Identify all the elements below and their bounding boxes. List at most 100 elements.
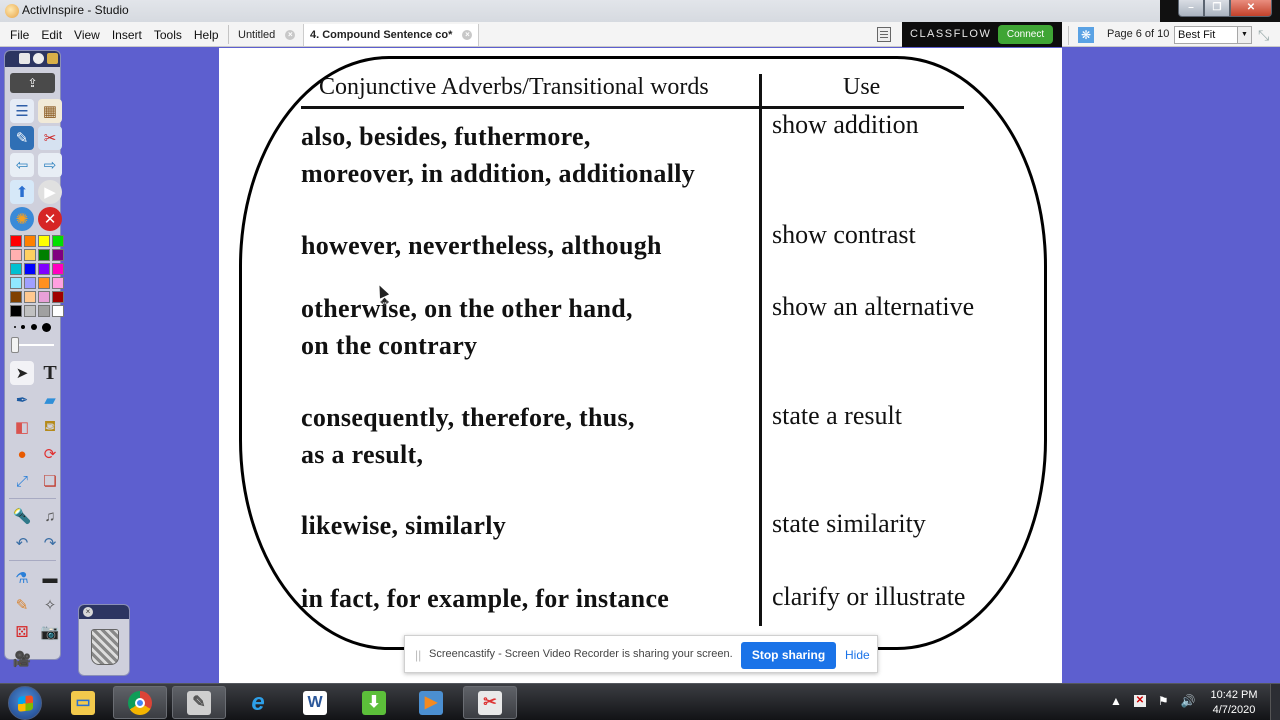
taskbar-media-player[interactable]: ▶: [404, 686, 458, 719]
resource-library-icon[interactable]: ❏: [38, 469, 62, 493]
color-swatch[interactable]: [38, 291, 50, 303]
spotlight-icon[interactable]: 🔦: [10, 504, 34, 528]
color-swatch[interactable]: [38, 263, 50, 275]
pen-mode-icon[interactable]: ✎: [10, 126, 34, 150]
color-swatch[interactable]: [10, 249, 22, 261]
revert-icon[interactable]: ⟳: [38, 442, 62, 466]
color-swatch[interactable]: [24, 291, 36, 303]
tab-untitled[interactable]: Untitled ×: [232, 24, 301, 46]
pen-icon[interactable]: ✒: [10, 388, 34, 412]
pen-width-2[interactable]: [21, 325, 26, 329]
eraser-icon[interactable]: ◧: [10, 415, 34, 439]
toolbox-collapse-icon[interactable]: [33, 53, 44, 64]
color-swatch[interactable]: [24, 305, 36, 317]
connector-icon[interactable]: ⤢: [10, 469, 34, 493]
trash-can-icon[interactable]: [91, 629, 119, 665]
stop-sharing-button[interactable]: Stop sharing: [741, 642, 836, 669]
hide-button[interactable]: Hide: [845, 648, 870, 662]
toolbox-settings-icon[interactable]: [19, 53, 30, 64]
flipchart-canvas[interactable]: Conjunctive Adverbs/Transitional words U…: [219, 48, 1062, 683]
color-swatch[interactable]: [52, 263, 64, 275]
desktop-tools-icon[interactable]: ⬆: [10, 180, 34, 204]
taskbar-activinspire[interactable]: ✎: [172, 686, 226, 719]
magic-ink-icon[interactable]: ✎: [10, 593, 34, 617]
desktop-annotate-icon[interactable]: ✂: [38, 126, 62, 150]
camera-icon[interactable]: 📷: [38, 620, 62, 644]
color-swatch[interactable]: [38, 249, 50, 261]
color-swatch[interactable]: [52, 277, 64, 289]
shape-icon[interactable]: ●: [10, 442, 34, 466]
color-swatch[interactable]: [52, 305, 64, 317]
taskbar-file-explorer[interactable]: ▭: [56, 686, 110, 719]
activinspire-logo-icon[interactable]: ✺: [10, 207, 34, 231]
color-swatch[interactable]: [10, 291, 22, 303]
taskbar-chrome[interactable]: [113, 686, 167, 719]
fullscreen-icon[interactable]: ⤡: [1258, 27, 1269, 44]
color-swatch[interactable]: [24, 235, 36, 247]
color-swatch[interactable]: [10, 277, 22, 289]
exit-icon[interactable]: ✕: [38, 207, 62, 231]
trash-close-icon[interactable]: ×: [83, 607, 93, 617]
color-swatch[interactable]: [52, 235, 64, 247]
media-icon[interactable]: ♫: [38, 504, 62, 528]
color-swatch[interactable]: [24, 277, 36, 289]
pen-width-4[interactable]: [42, 322, 52, 332]
page-notes-icon[interactable]: [877, 27, 891, 42]
menu-tools[interactable]: Tools: [148, 28, 188, 42]
taskbar-internet-explorer[interactable]: e: [231, 686, 285, 719]
trash-can-panel[interactable]: ×: [78, 604, 130, 676]
network-icon[interactable]: ❋: [1078, 27, 1094, 43]
classflow-connect-button[interactable]: Connect: [998, 25, 1053, 44]
color-swatch[interactable]: [52, 291, 64, 303]
dashboard-button[interactable]: ⇪: [10, 73, 55, 93]
zoom-select[interactable]: Best Fit ▼: [1174, 26, 1252, 44]
show-hidden-icons[interactable]: ▲: [1110, 694, 1122, 708]
pen-width-slider[interactable]: [11, 337, 54, 353]
menu-file[interactable]: File: [4, 28, 35, 42]
undo-icon[interactable]: ↶: [10, 531, 34, 555]
pen-width-3[interactable]: [30, 324, 37, 330]
color-swatch[interactable]: [52, 249, 64, 261]
menu-edit[interactable]: Edit: [35, 28, 68, 42]
taskbar-downloader[interactable]: ⬇: [347, 686, 401, 719]
next-page-icon[interactable]: ⇨: [38, 153, 62, 177]
color-swatch[interactable]: [24, 263, 36, 275]
previous-page-icon[interactable]: ⇦: [10, 153, 34, 177]
start-button[interactable]: [8, 686, 42, 720]
pen-width-1[interactable]: [13, 326, 16, 328]
redo-icon[interactable]: ↷: [38, 531, 62, 555]
chevron-down-icon[interactable]: ▼: [1237, 27, 1251, 43]
color-swatch[interactable]: [38, 277, 50, 289]
dice-icon[interactable]: ⚄: [10, 620, 34, 644]
toolbox-pin-icon[interactable]: [47, 53, 58, 64]
select-icon[interactable]: ➤: [10, 361, 34, 385]
reveal-icon[interactable]: ▬: [38, 566, 62, 590]
minimize-button[interactable]: –: [1178, 0, 1204, 17]
text-icon[interactable]: T: [38, 361, 62, 385]
menu-help[interactable]: Help: [188, 28, 225, 42]
restore-button[interactable]: ❐: [1204, 0, 1230, 17]
action-center-flag-icon[interactable]: ⚑: [1158, 694, 1169, 708]
color-swatch[interactable]: [38, 305, 50, 317]
show-desktop-button[interactable]: [1270, 684, 1280, 720]
menu-view[interactable]: View: [68, 28, 106, 42]
system-clock[interactable]: 10:42 PM 4/7/2020: [1204, 688, 1264, 718]
fill-icon[interactable]: ⛾: [38, 415, 62, 439]
tab-compound-sentence[interactable]: 4. Compound Sentence co* ×: [303, 24, 480, 46]
tab-close-icon[interactable]: ×: [462, 30, 473, 40]
clear-icon[interactable]: ⚗: [10, 566, 34, 590]
main-menu-icon[interactable]: ☰: [10, 99, 34, 123]
color-swatch[interactable]: [10, 263, 22, 275]
taskbar-snipping-tool[interactable]: ✂: [463, 686, 517, 719]
drag-handle-icon[interactable]: ||: [415, 648, 421, 662]
recorder-icon[interactable]: 🎥: [10, 647, 34, 671]
menu-insert[interactable]: Insert: [106, 28, 148, 42]
taskbar-word[interactable]: W: [288, 686, 342, 719]
camera-snapshot-icon[interactable]: ✧: [38, 593, 62, 617]
play-icon[interactable]: ▶: [38, 180, 62, 204]
network-error-icon[interactable]: ✕: [1133, 695, 1146, 707]
volume-icon[interactable]: 🔊: [1181, 694, 1196, 708]
toolbox-header[interactable]: [5, 51, 60, 67]
color-swatch[interactable]: [24, 249, 36, 261]
color-swatch[interactable]: [10, 305, 22, 317]
